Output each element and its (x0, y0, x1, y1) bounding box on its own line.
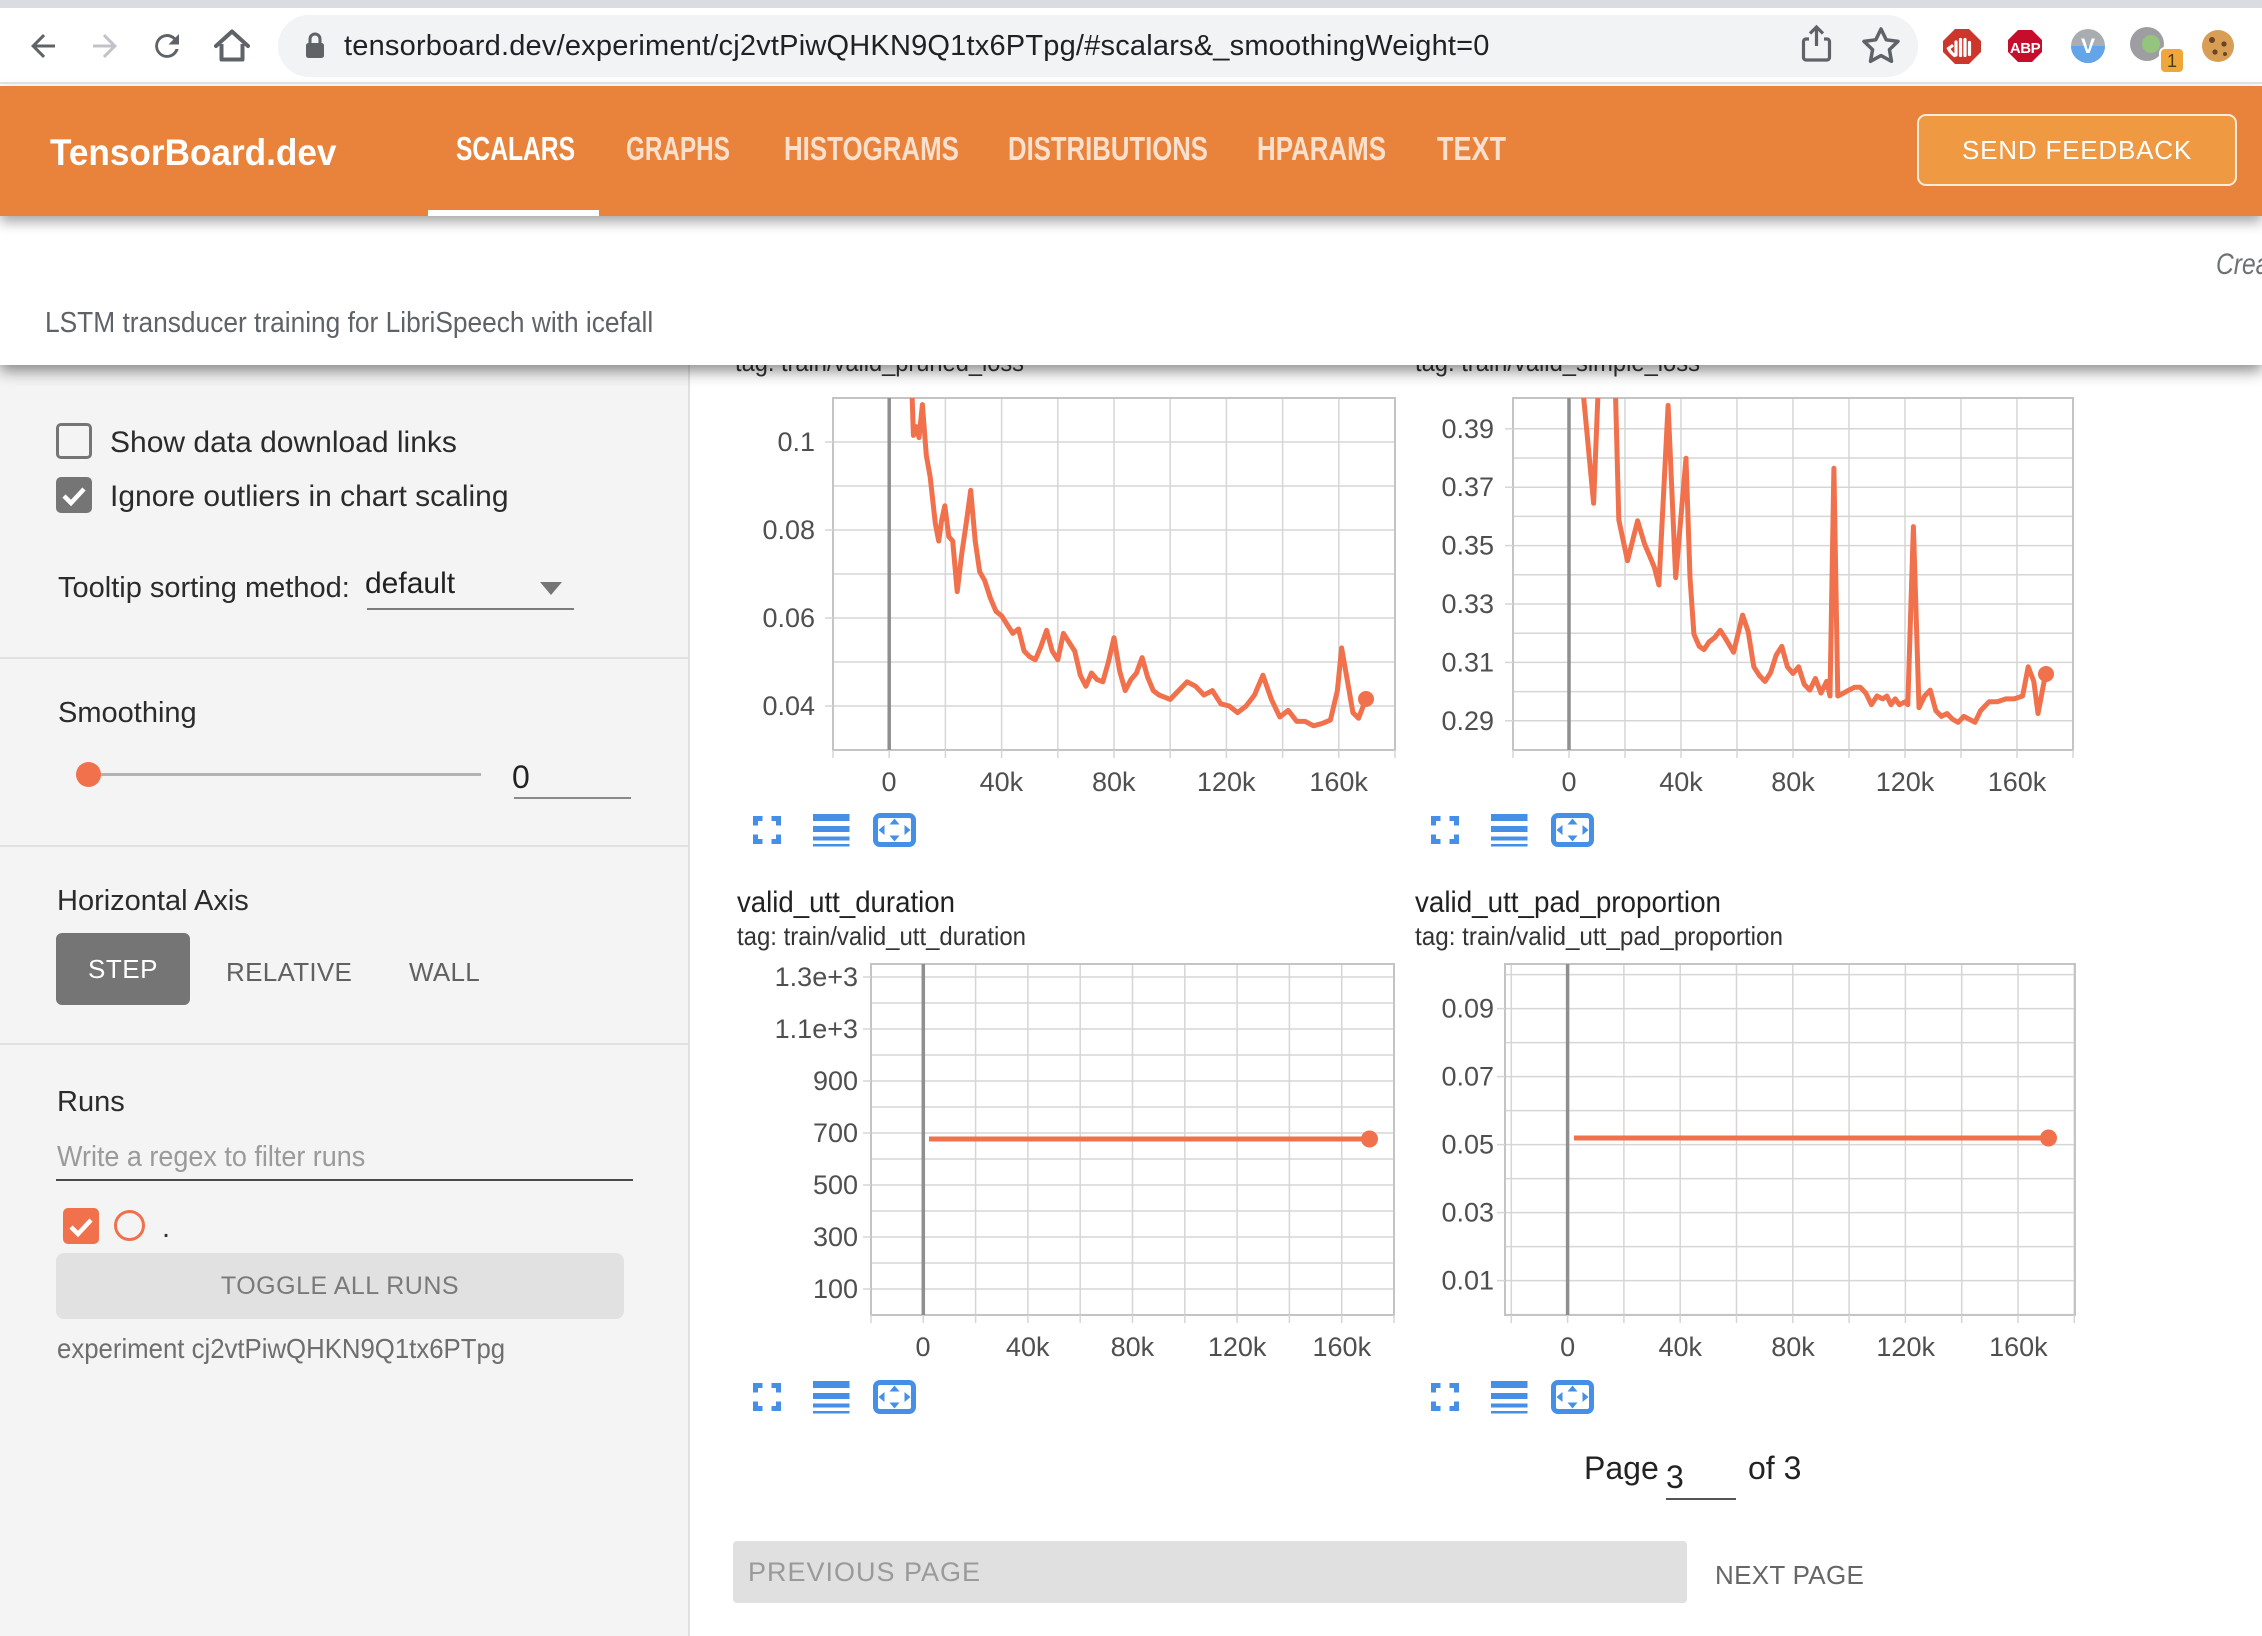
svg-text:40k: 40k (980, 767, 1024, 797)
svg-text:ABP: ABP (2010, 40, 2041, 57)
svg-text:120k: 120k (1197, 767, 1256, 797)
svg-text:80k: 80k (1771, 767, 1815, 797)
svg-text:tag: train/valid_utt_duration: tag: train/valid_utt_duration (737, 921, 1026, 951)
svg-text:80k: 80k (1092, 767, 1136, 797)
svg-text:V: V (2081, 35, 2095, 58)
svg-text:1: 1 (2167, 51, 2177, 71)
svg-text:160k: 160k (1309, 767, 1368, 797)
svg-text:40k: 40k (1659, 1332, 1703, 1362)
svg-text:40k: 40k (1659, 767, 1703, 797)
svg-text:0.29: 0.29 (1441, 706, 1494, 736)
svg-text:120k: 120k (1208, 1332, 1267, 1362)
svg-text:tag: train/valid_utt_pad_propo: tag: train/valid_utt_pad_proportion (1415, 921, 1783, 951)
svg-text:700: 700 (813, 1118, 858, 1148)
svg-text:0: 0 (1560, 1332, 1575, 1362)
svg-text:0.1: 0.1 (777, 427, 815, 457)
svg-text:0.33: 0.33 (1441, 589, 1494, 619)
svg-text:0.05: 0.05 (1441, 1130, 1494, 1160)
svg-text:100: 100 (813, 1274, 858, 1304)
svg-text:300: 300 (813, 1222, 858, 1252)
svg-text:120k: 120k (1876, 1332, 1935, 1362)
svg-text:0.01: 0.01 (1441, 1266, 1494, 1296)
svg-text:80k: 80k (1771, 1332, 1815, 1362)
svg-text:1.1e+3: 1.1e+3 (775, 1014, 858, 1044)
svg-text:0.39: 0.39 (1441, 414, 1494, 444)
svg-text:500: 500 (813, 1170, 858, 1200)
svg-text:0.31: 0.31 (1441, 647, 1494, 677)
svg-text:0.07: 0.07 (1441, 1062, 1494, 1092)
svg-text:0.06: 0.06 (762, 603, 815, 633)
svg-text:160k: 160k (1988, 767, 2047, 797)
svg-text:0.08: 0.08 (762, 515, 815, 545)
svg-text:valid_utt_duration: valid_utt_duration (737, 886, 955, 919)
svg-text:900: 900 (813, 1066, 858, 1096)
svg-text:0: 0 (1561, 767, 1576, 797)
svg-text:1.3e+3: 1.3e+3 (775, 962, 858, 992)
svg-text:120k: 120k (1876, 767, 1935, 797)
svg-text:0.09: 0.09 (1441, 994, 1494, 1024)
svg-text:80k: 80k (1111, 1332, 1155, 1362)
svg-text:valid_utt_pad_proportion: valid_utt_pad_proportion (1415, 886, 1721, 919)
svg-text:40k: 40k (1006, 1332, 1050, 1362)
svg-text:0.03: 0.03 (1441, 1198, 1494, 1228)
svg-text:0.35: 0.35 (1441, 531, 1494, 561)
svg-text:160k: 160k (1313, 1332, 1372, 1362)
svg-text:160k: 160k (1989, 1332, 2048, 1362)
svg-text:0.04: 0.04 (762, 691, 815, 721)
svg-text:0.37: 0.37 (1441, 472, 1494, 502)
svg-text:0: 0 (881, 767, 896, 797)
svg-text:0: 0 (915, 1332, 930, 1362)
